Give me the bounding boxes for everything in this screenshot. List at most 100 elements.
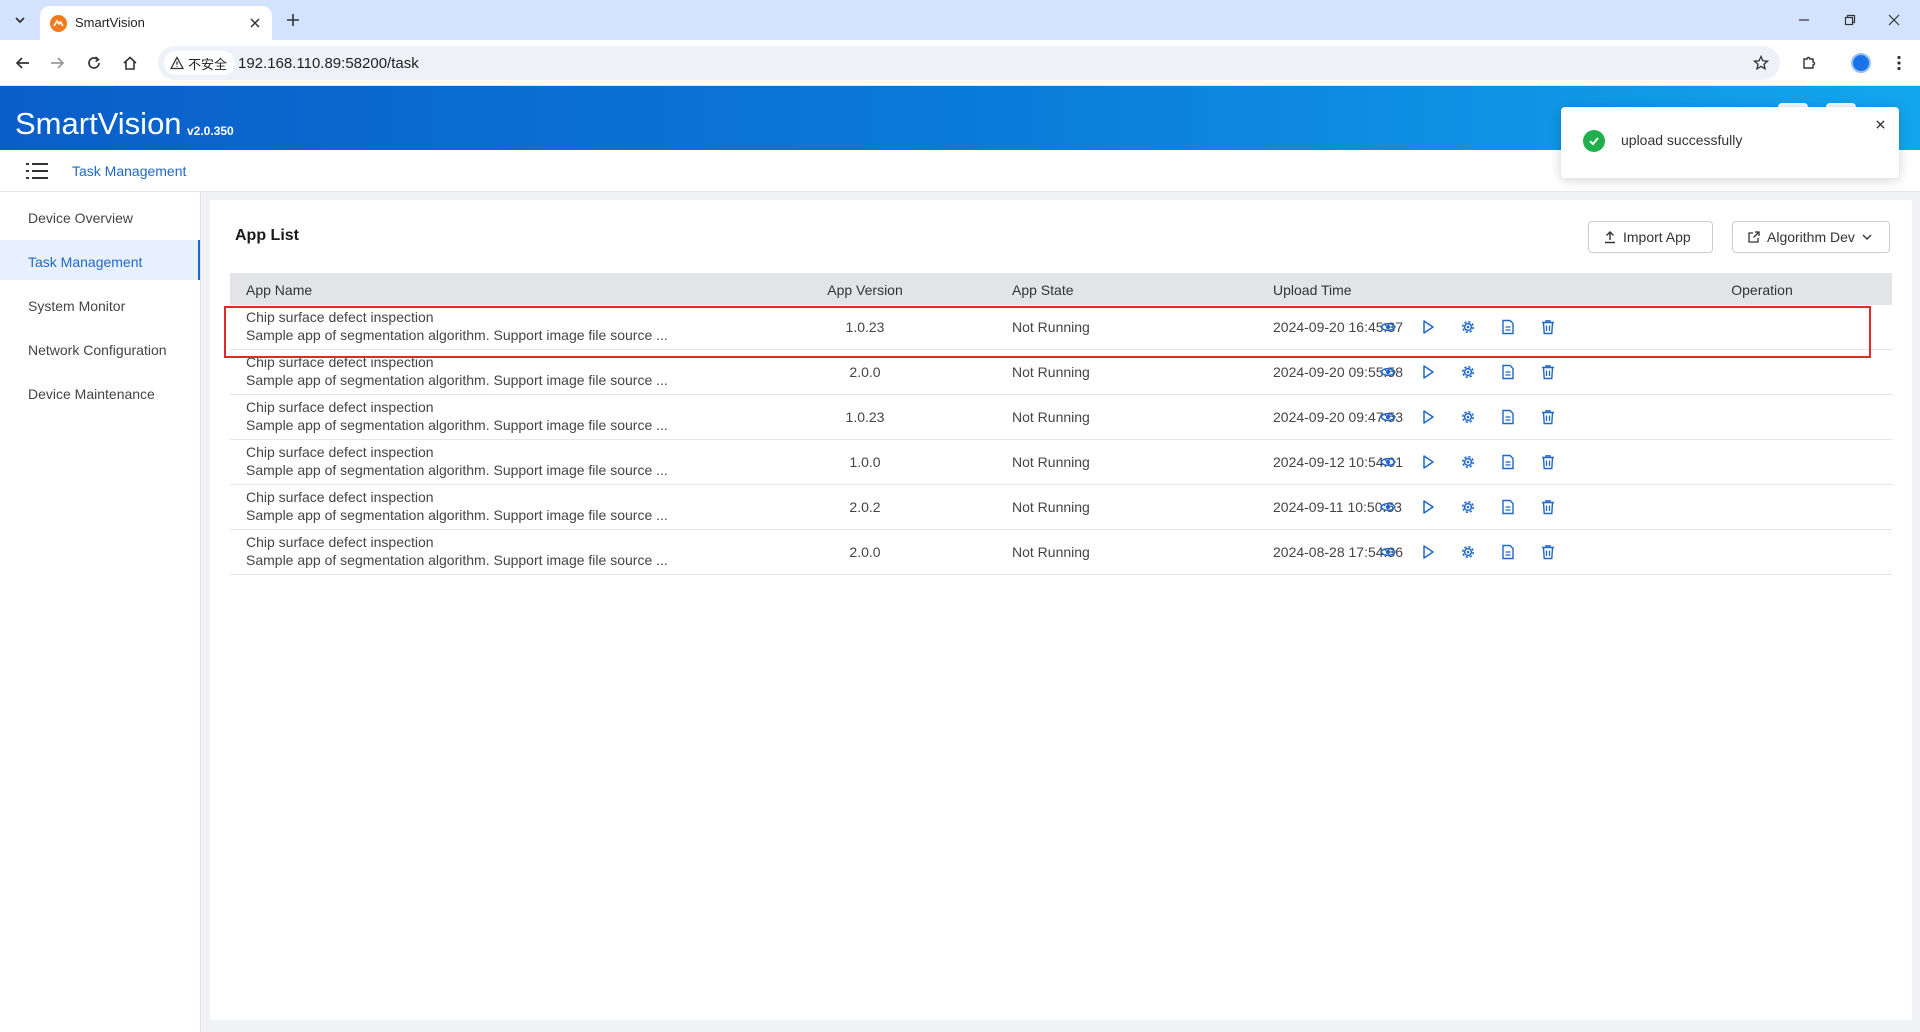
selected-row-highlight	[224, 306, 1871, 358]
app-logo-text: SmartVision	[15, 106, 182, 141]
app-description-cell: Sample app of segmentation algorithm. Su…	[246, 372, 668, 388]
run-icon[interactable]	[1418, 497, 1438, 517]
table-row: Chip surface defect inspection Sample app…	[230, 440, 1892, 485]
settings-icon[interactable]	[1458, 497, 1478, 517]
toast-close-icon[interactable]	[1873, 117, 1887, 131]
forward-button[interactable]	[44, 50, 70, 76]
tab-close-icon[interactable]	[246, 14, 264, 32]
table-header: App Name App Version App State Upload Ti…	[230, 273, 1892, 305]
app-version-cell: 2.0.0	[849, 544, 881, 560]
restore-button[interactable]	[1836, 8, 1864, 32]
sidebar-item-network-configuration[interactable]: Network Configuration	[0, 328, 200, 368]
app-state-cell: Not Running	[1012, 409, 1090, 425]
home-icon	[123, 56, 137, 70]
browser-tab-bar: SmartVision	[0, 0, 1920, 40]
view-icon[interactable]	[1378, 362, 1398, 382]
minimize-icon	[1799, 19, 1809, 21]
view-icon[interactable]	[1378, 452, 1398, 472]
table-row: Chip surface defect inspection Sample app…	[230, 485, 1892, 530]
app-name-cell: Chip surface defect inspection	[246, 444, 434, 460]
log-icon[interactable]	[1498, 497, 1518, 517]
reload-button[interactable]	[81, 50, 107, 76]
delete-icon[interactable]	[1538, 362, 1558, 382]
star-icon	[1753, 55, 1769, 71]
run-icon[interactable]	[1418, 362, 1438, 382]
run-icon[interactable]	[1418, 452, 1438, 472]
settings-icon[interactable]	[1458, 362, 1478, 382]
url-text[interactable]: 192.168.110.89:58200/task	[238, 55, 419, 72]
app-version-cell: 1.0.23	[845, 409, 885, 425]
browser-tab[interactable]: SmartVision	[40, 6, 272, 40]
security-label: 不安全	[188, 56, 228, 72]
column-header-app-name: App Name	[246, 282, 313, 298]
sidebar: Device Overview Task Management System M…	[0, 192, 201, 1032]
log-icon[interactable]	[1498, 542, 1518, 562]
sidebar-item-task-management[interactable]: Task Management	[0, 240, 200, 280]
menu-toggle-icon[interactable]	[26, 161, 48, 181]
log-icon[interactable]	[1498, 407, 1518, 427]
view-icon[interactable]	[1378, 497, 1398, 517]
browser-toolbar: 不安全 192.168.110.89:58200/task	[0, 40, 1920, 86]
delete-icon[interactable]	[1538, 452, 1558, 472]
success-check-icon	[1583, 130, 1605, 152]
tab-search-button[interactable]	[8, 8, 32, 32]
back-button[interactable]	[10, 50, 36, 76]
import-app-button[interactable]: Import App	[1588, 221, 1713, 253]
app-version: v2.0.350	[187, 124, 234, 138]
site-security-chip[interactable]: 不安全	[164, 51, 236, 75]
algorithm-dev-dropdown[interactable]: Algorithm Dev	[1732, 221, 1890, 253]
log-icon[interactable]	[1498, 452, 1518, 472]
sidebar-item-label: System Monitor	[28, 298, 126, 314]
sidebar-item-device-overview[interactable]: Device Overview	[0, 196, 200, 236]
profile-button[interactable]	[1848, 50, 1874, 76]
home-button[interactable]	[117, 50, 143, 76]
app-state-cell: Not Running	[1012, 364, 1090, 380]
view-icon[interactable]	[1378, 542, 1398, 562]
table-row: Chip surface defect inspection Sample app…	[230, 395, 1892, 440]
run-icon[interactable]	[1418, 542, 1438, 562]
close-window-button[interactable]	[1880, 8, 1908, 32]
address-bar[interactable]: 不安全 192.168.110.89:58200/task	[158, 46, 1780, 80]
app-state-cell: Not Running	[1012, 454, 1090, 470]
delete-icon[interactable]	[1538, 497, 1558, 517]
algorithm-dev-label: Algorithm Dev	[1767, 229, 1855, 245]
chevron-down-icon	[1862, 234, 1872, 240]
app-name-cell: Chip surface defect inspection	[246, 534, 434, 550]
app-description-cell: Sample app of segmentation algorithm. Su…	[246, 417, 668, 433]
new-tab-button[interactable]	[282, 9, 304, 31]
delete-icon[interactable]	[1538, 542, 1558, 562]
sidebar-item-system-monitor[interactable]: System Monitor	[0, 284, 200, 324]
delete-icon[interactable]	[1538, 407, 1558, 427]
arrow-right-icon	[51, 57, 65, 69]
minimize-button[interactable]	[1790, 8, 1818, 32]
chevron-down-icon	[15, 17, 25, 24]
column-header-app-state: App State	[1012, 282, 1074, 298]
sidebar-item-label: Device Overview	[28, 210, 134, 226]
tab-title: SmartVision	[75, 15, 145, 30]
breadcrumb-current[interactable]: Task Management	[72, 163, 186, 179]
arrow-left-icon	[15, 57, 29, 69]
app-name-cell: Chip surface defect inspection	[246, 399, 434, 415]
import-app-label: Import App	[1623, 229, 1691, 245]
extensions-button[interactable]	[1796, 50, 1822, 76]
sidebar-item-label: Task Management	[28, 254, 143, 270]
app-state-cell: Not Running	[1012, 544, 1090, 560]
settings-icon[interactable]	[1458, 407, 1478, 427]
upload-icon	[1605, 231, 1615, 244]
browser-menu-button[interactable]	[1886, 50, 1912, 76]
sidebar-item-label: Network Configuration	[28, 342, 167, 358]
column-header-upload-time: Upload Time	[1273, 282, 1352, 298]
run-icon[interactable]	[1418, 407, 1438, 427]
bookmark-button[interactable]	[1750, 52, 1772, 74]
log-icon[interactable]	[1498, 362, 1518, 382]
more-vertical-icon	[1897, 55, 1901, 71]
page-title: App List	[235, 227, 299, 244]
sidebar-item-label: Device Maintenance	[28, 386, 155, 402]
settings-icon[interactable]	[1458, 452, 1478, 472]
table-row: Chip surface defect inspection Sample app…	[230, 530, 1892, 575]
sidebar-item-device-maintenance[interactable]: Device Maintenance	[0, 372, 200, 412]
warning-icon	[170, 56, 184, 70]
settings-icon[interactable]	[1458, 542, 1478, 562]
restore-icon	[1844, 14, 1856, 26]
view-icon[interactable]	[1378, 407, 1398, 427]
